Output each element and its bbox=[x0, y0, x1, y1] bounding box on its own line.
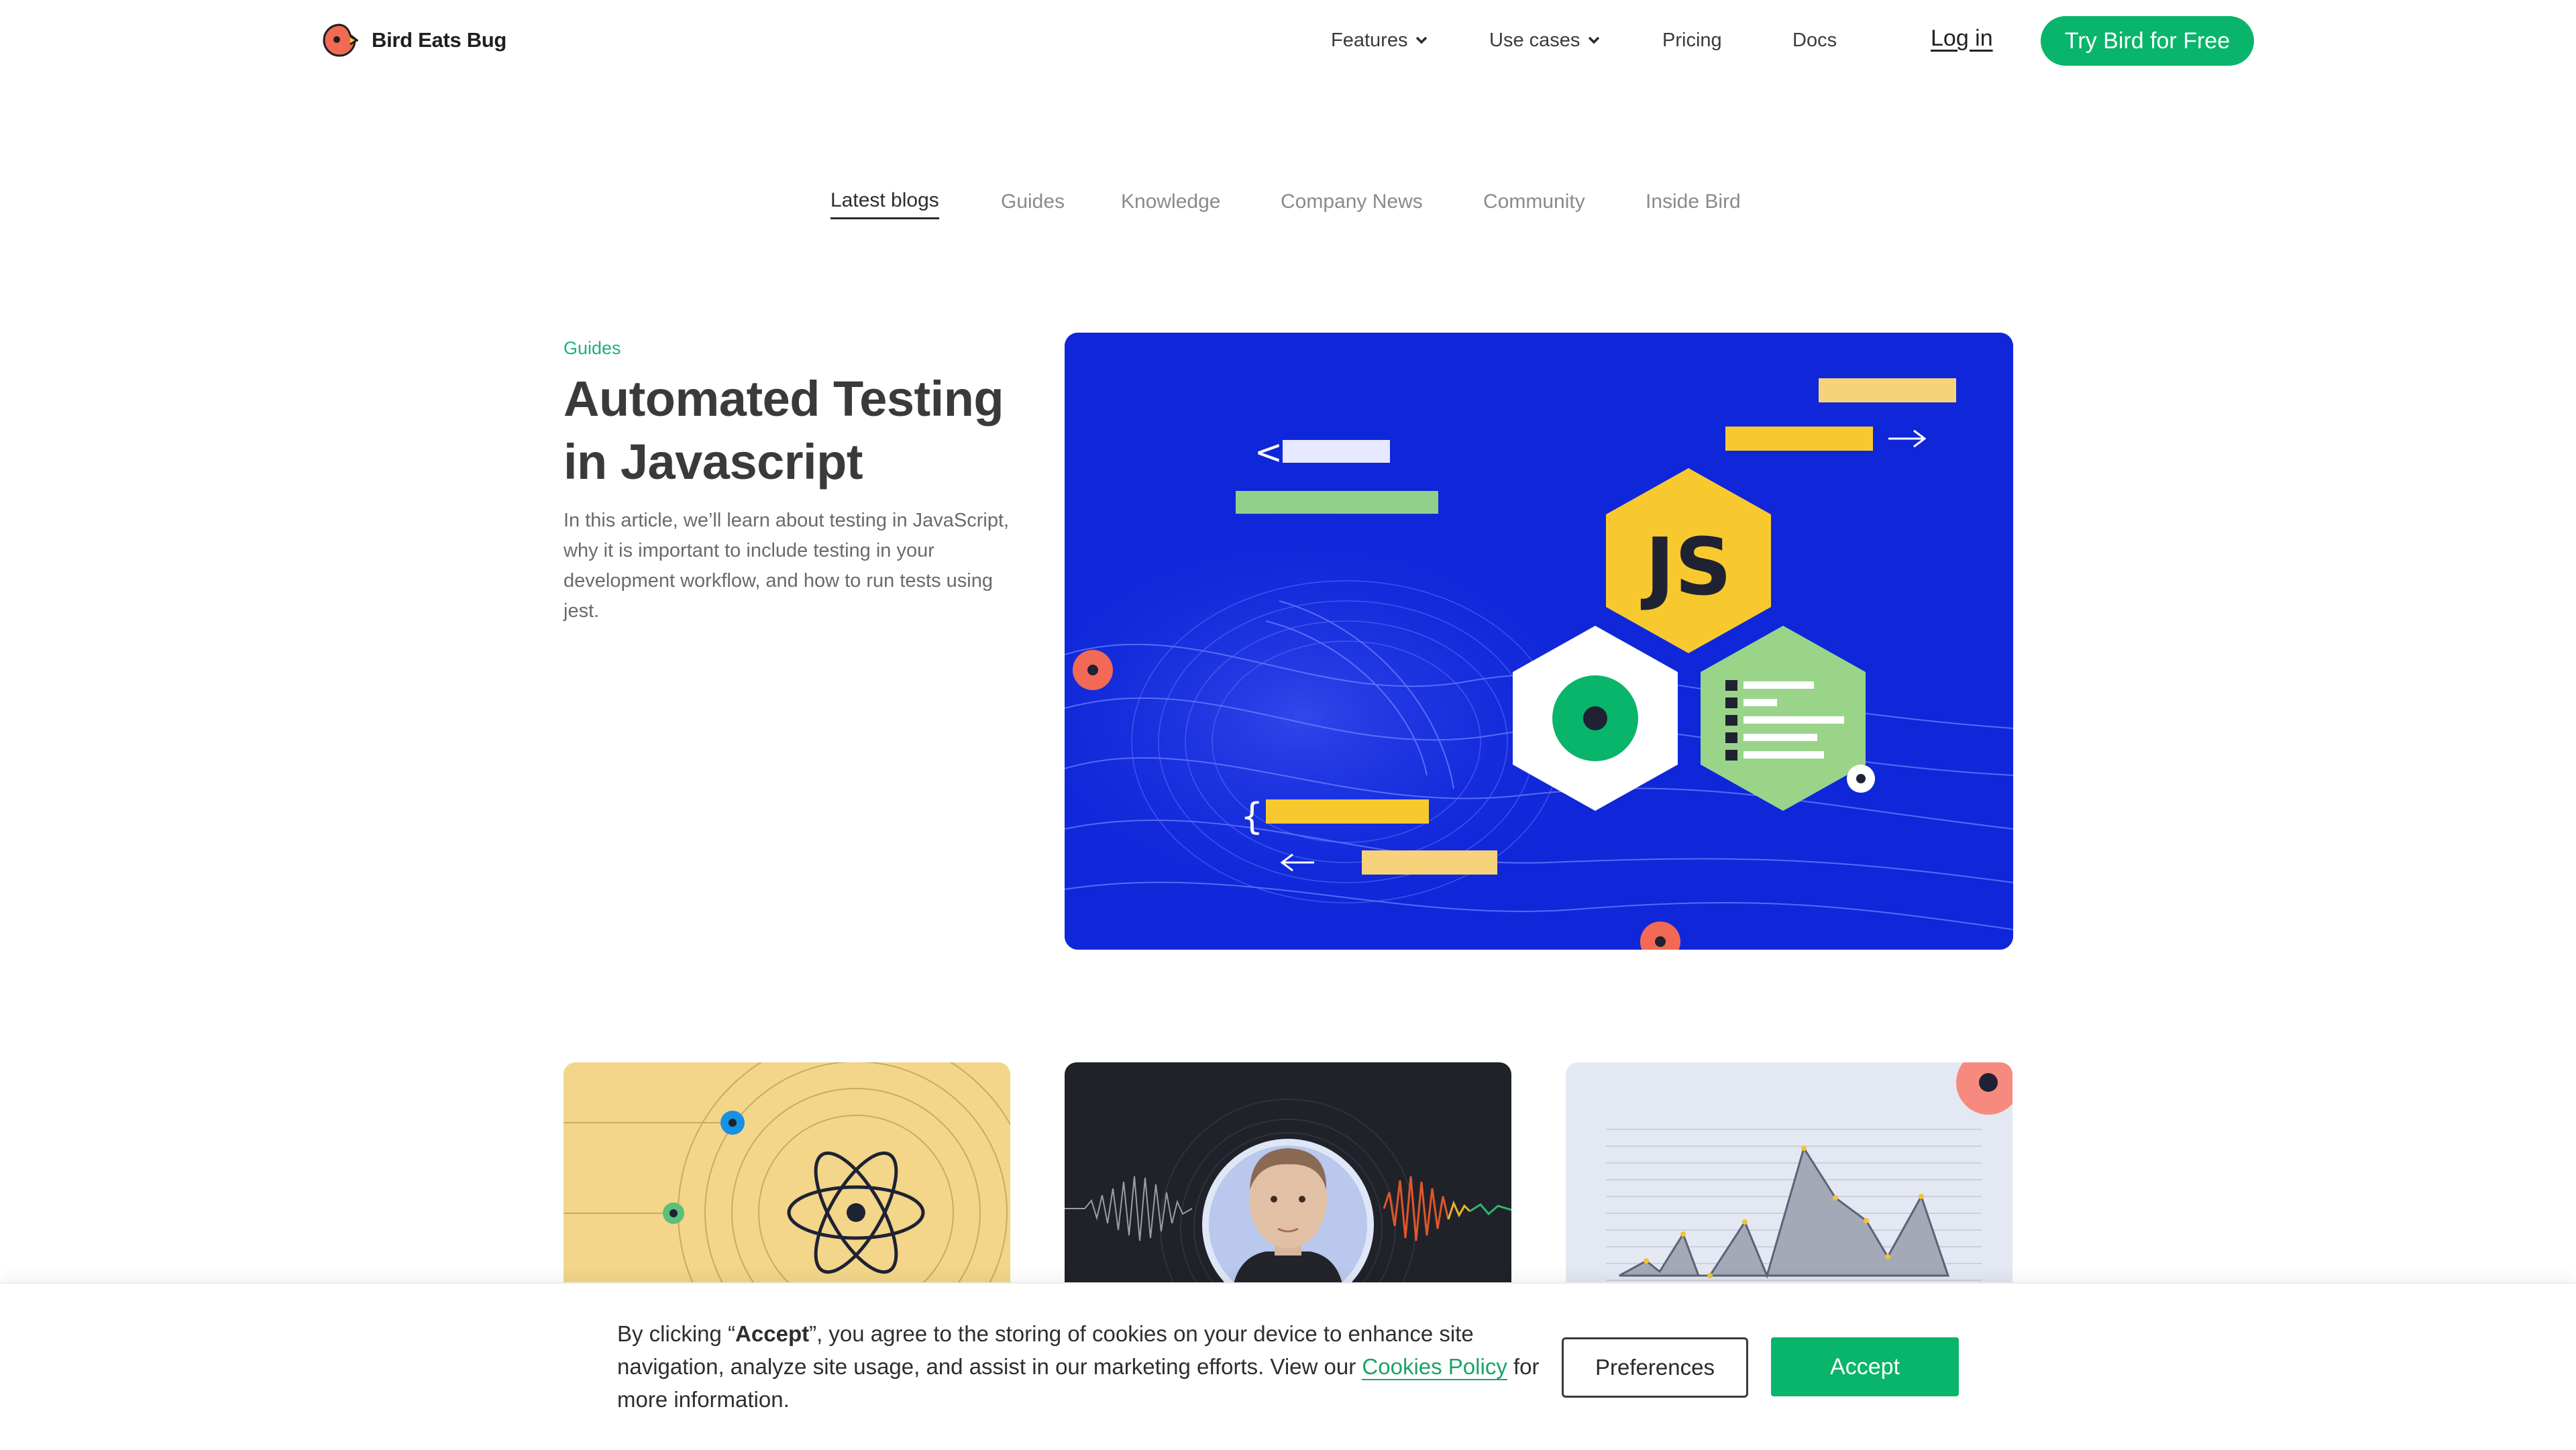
tab-latest-blogs[interactable]: Latest blogs bbox=[830, 189, 939, 219]
post-card-react[interactable] bbox=[564, 1062, 1010, 1290]
try-bird-free-button[interactable]: Try Bird for Free bbox=[2041, 16, 2254, 66]
analytics-chart-illustration bbox=[1566, 1062, 2012, 1290]
tab-inside-bird[interactable]: Inside Bird bbox=[1646, 190, 1741, 213]
nav-use-cases[interactable]: Use cases bbox=[1489, 25, 1600, 55]
cookies-policy-link[interactable]: Cookies Policy bbox=[1362, 1354, 1507, 1380]
nav-features[interactable]: Features bbox=[1331, 25, 1428, 55]
bird-logo-icon bbox=[323, 23, 358, 57]
preferences-button[interactable]: Preferences bbox=[1562, 1337, 1748, 1398]
cookie-text-before: By clicking “ bbox=[617, 1321, 736, 1346]
cookie-text-accept-word: Accept bbox=[735, 1321, 810, 1346]
nav-features-label: Features bbox=[1331, 29, 1408, 51]
brand-name: Bird Eats Bug bbox=[372, 28, 507, 52]
accept-cookies-button[interactable]: Accept bbox=[1771, 1337, 1959, 1396]
featured-post-title[interactable]: Automated Testing in Javascript bbox=[564, 368, 1033, 494]
nav-docs-label: Docs bbox=[1792, 29, 1837, 51]
tab-company-news[interactable]: Company News bbox=[1281, 190, 1423, 213]
nav-pricing-label: Pricing bbox=[1662, 29, 1722, 51]
podcast-guest-portrait bbox=[1065, 1062, 1511, 1290]
js-badge: JS bbox=[1641, 520, 1732, 613]
brand-logo[interactable]: Bird Eats Bug bbox=[321, 21, 506, 59]
nav-docs[interactable]: Docs bbox=[1792, 25, 1837, 55]
post-category-link[interactable]: Guides bbox=[564, 338, 621, 359]
tab-community[interactable]: Community bbox=[1483, 190, 1585, 213]
cookie-consent-banner: By clicking “Accept”, you agree to the s… bbox=[0, 1282, 2576, 1450]
featured-post-description: In this article, we’ll learn about testi… bbox=[564, 510, 1010, 622]
chevron-down-icon bbox=[1416, 36, 1428, 44]
tab-knowledge[interactable]: Knowledge bbox=[1121, 190, 1220, 213]
featured-post-image[interactable]: < { JS bbox=[1065, 333, 2013, 950]
nav-pricing[interactable]: Pricing bbox=[1662, 25, 1722, 55]
site-header: Bird Eats Bug Features Use cases Pricing… bbox=[0, 0, 2576, 80]
javascript-testing-illustration: < { JS bbox=[1065, 333, 2013, 950]
post-card-analytics[interactable] bbox=[1566, 1062, 2012, 1290]
react-atom-illustration bbox=[564, 1062, 1010, 1290]
cookie-consent-text: By clicking “Accept”, you agree to the s… bbox=[617, 1317, 1556, 1416]
chevron-down-icon bbox=[1589, 36, 1600, 44]
angle-bracket-icon: < bbox=[1254, 433, 1283, 471]
login-link[interactable]: Log in bbox=[1931, 25, 1993, 52]
post-card-interview[interactable] bbox=[1065, 1062, 1511, 1290]
tab-guides[interactable]: Guides bbox=[1001, 190, 1065, 213]
curly-brace-icon: { bbox=[1240, 795, 1263, 838]
nav-use-cases-label: Use cases bbox=[1489, 29, 1580, 51]
